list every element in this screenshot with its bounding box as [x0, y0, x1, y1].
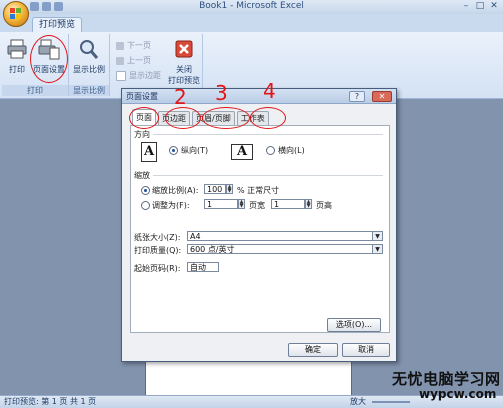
- ribbon-group-zoom: 显示比例 显示比例: [69, 34, 110, 96]
- adjust-to-label: 缩放比例(A):: [152, 186, 199, 195]
- first-page-number-input[interactable]: 自动: [187, 262, 219, 272]
- next-page-label: 下一页: [127, 41, 151, 50]
- divider: [153, 175, 383, 176]
- print-button-label: 打印: [9, 65, 25, 74]
- annotation-number: 3: [215, 81, 228, 105]
- pages-tall-input[interactable]: 1: [271, 199, 305, 209]
- checkbox-icon: [116, 70, 126, 81]
- show-margins-checkbox[interactable]: 显示边距: [116, 70, 161, 81]
- first-page-number-label: 起始页码(R):: [134, 264, 181, 273]
- print-quality-select[interactable]: 600 点/英寸 ▼: [187, 244, 383, 254]
- pages-wide-spinner[interactable]: ▲ ▼: [238, 199, 245, 209]
- dialog-title-bar[interactable]: 页面设置 ? ✕: [122, 89, 396, 104]
- page-setup-dialog: 页面设置 ? ✕ 页面 页边距 页眉/页脚 工作表 方向 A 纵向(T) A 横…: [121, 79, 397, 362]
- close-window-button[interactable]: ✕: [487, 1, 501, 12]
- paper-size-value: A4: [190, 232, 201, 241]
- title-bar: Book1 - Microsoft Excel – □ ✕: [0, 0, 503, 15]
- pages-wide-input[interactable]: 1: [204, 199, 238, 209]
- fit-to-label: 调整为(F):: [152, 201, 190, 210]
- chevron-down-icon[interactable]: ▼: [372, 232, 382, 240]
- portrait-icon: A: [141, 142, 157, 162]
- ok-button[interactable]: 确定: [288, 343, 338, 357]
- pages-tall-spinner[interactable]: ▲ ▼: [305, 199, 312, 209]
- previous-page-icon: [116, 56, 124, 65]
- adjust-to-input[interactable]: 100: [204, 184, 226, 194]
- landscape-icon: A: [231, 144, 253, 160]
- landscape-radio[interactable]: [266, 146, 275, 155]
- print-button[interactable]: 打印: [6, 38, 28, 75]
- watermark-domain: wypcw.com: [419, 387, 497, 401]
- annotation-circle-tab-margins: [165, 107, 201, 129]
- pages-wide-suffix: 页宽: [249, 201, 265, 210]
- fit-to-radio[interactable]: [141, 201, 150, 210]
- paper-size-label: 纸张大小(Z):: [134, 233, 181, 242]
- scaling-heading: 缩放: [134, 171, 150, 180]
- watermark-title: 无忧电脑学习网: [392, 370, 501, 388]
- annotation-circle-page-setup: [30, 35, 68, 83]
- adjust-to-radio[interactable]: [141, 186, 150, 195]
- paper-size-select[interactable]: A4 ▼: [187, 231, 383, 241]
- show-margins-label: 显示边距: [129, 71, 161, 80]
- close-preview-label-line1: 关闭: [176, 65, 192, 74]
- printer-icon: [7, 39, 27, 59]
- options-button[interactable]: 选项(O)...: [327, 318, 381, 332]
- annotation-circle-tab-page: [129, 107, 159, 129]
- annotation-number: 4: [263, 79, 276, 103]
- office-logo-icon: [10, 8, 22, 20]
- window-controls: – □ ✕: [459, 1, 501, 12]
- office-button[interactable]: [3, 1, 29, 27]
- maximize-button[interactable]: □: [473, 1, 487, 12]
- help-button[interactable]: ?: [349, 91, 365, 102]
- print-quality-value: 600 点/英寸: [190, 245, 235, 254]
- portrait-label: 纵向(T): [181, 146, 209, 155]
- annotation-circle-tab-sheet: [250, 107, 286, 129]
- adjust-to-suffix: % 正常尺寸: [237, 186, 280, 195]
- status-text: 打印预览: 第 1 页 共 1 页: [4, 397, 97, 406]
- dialog-title: 页面设置: [126, 92, 158, 101]
- landscape-label: 横向(L): [278, 146, 305, 155]
- tab-panel-page: 方向 A 纵向(T) A 横向(L) 缩放 缩放比例(A): 100 ▲ ▼ % …: [130, 125, 390, 333]
- divider: [153, 134, 383, 135]
- next-page-icon: [116, 41, 124, 50]
- zoom-button[interactable]: 显示比例: [71, 38, 107, 75]
- next-page-button[interactable]: 下一页: [116, 40, 151, 51]
- previous-page-label: 上一页: [127, 56, 151, 65]
- print-quality-label: 打印质量(Q):: [134, 246, 182, 255]
- close-print-preview-button[interactable]: 关闭 打印预览: [166, 38, 202, 86]
- magnifier-icon: [80, 40, 99, 59]
- close-preview-icon: [175, 40, 193, 58]
- ribbon-group-label: 打印: [2, 85, 68, 96]
- zoom-label: 放大: [350, 397, 366, 406]
- ribbon-group-label: 显示比例: [69, 85, 109, 96]
- window-title: Book1 - Microsoft Excel: [199, 1, 304, 11]
- annotation-circle-tab-header-footer: [202, 107, 250, 129]
- ribbon-group-preview: 下一页 上一页 显示边距 关闭 打印预览: [110, 34, 203, 96]
- annotation-number: 2: [174, 85, 187, 109]
- minimize-button[interactable]: –: [459, 1, 473, 12]
- portrait-radio[interactable]: [169, 146, 178, 155]
- tab-print-preview[interactable]: 打印预览: [32, 17, 83, 33]
- dialog-close-button[interactable]: ✕: [372, 91, 392, 102]
- pages-tall-suffix: 页高: [316, 201, 332, 210]
- cancel-button[interactable]: 取消: [342, 343, 390, 357]
- adjust-to-spinner[interactable]: ▲ ▼: [226, 184, 233, 194]
- zoom-button-label: 显示比例: [73, 65, 105, 74]
- zoom-slider[interactable]: [372, 401, 410, 403]
- ribbon-tab-strip: 打印预览: [0, 14, 503, 33]
- previous-page-button[interactable]: 上一页: [116, 55, 151, 66]
- orientation-heading: 方向: [134, 130, 150, 139]
- chevron-down-icon[interactable]: ▼: [372, 245, 382, 253]
